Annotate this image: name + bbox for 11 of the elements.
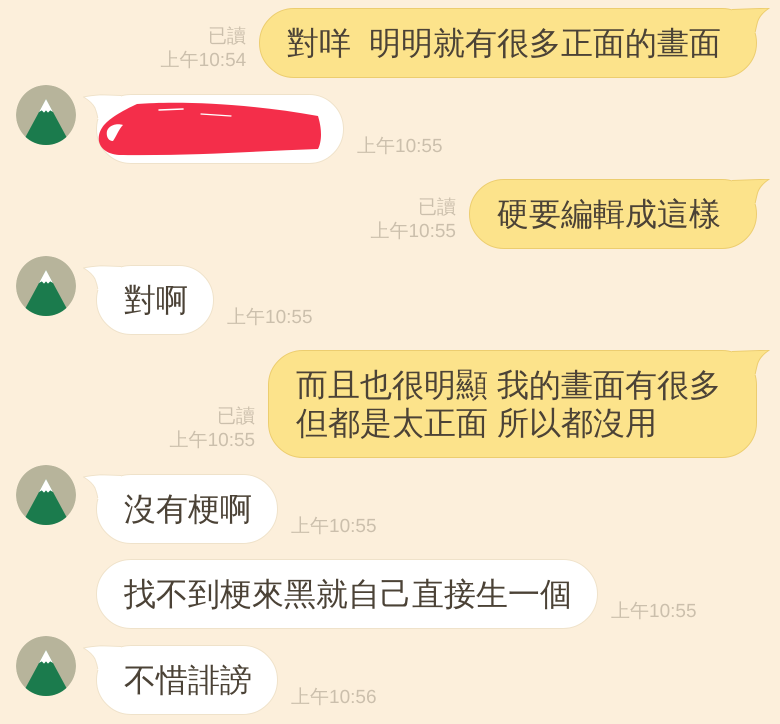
- mountain-avatar-icon[interactable]: [16, 256, 76, 316]
- message-text: 而且也很明顯 我的畫面有很多 但都是太正面 所以都沒用: [296, 366, 721, 442]
- mountain-avatar-icon[interactable]: [16, 84, 76, 144]
- message-text: 硬要編輯成這樣: [497, 195, 721, 233]
- message-text: 對咩 明明就有很多正面的畫面: [287, 24, 721, 62]
- message-text: 不惜誹謗: [124, 660, 252, 698]
- mountain-avatar-icon[interactable]: [16, 636, 76, 696]
- message-text: 找不到梗來黑就自己直接生一個: [124, 575, 572, 613]
- mountain-avatar-icon[interactable]: [16, 464, 76, 524]
- message-text: 沒有梗啊: [124, 490, 252, 528]
- message-text: 對啊: [124, 280, 188, 318]
